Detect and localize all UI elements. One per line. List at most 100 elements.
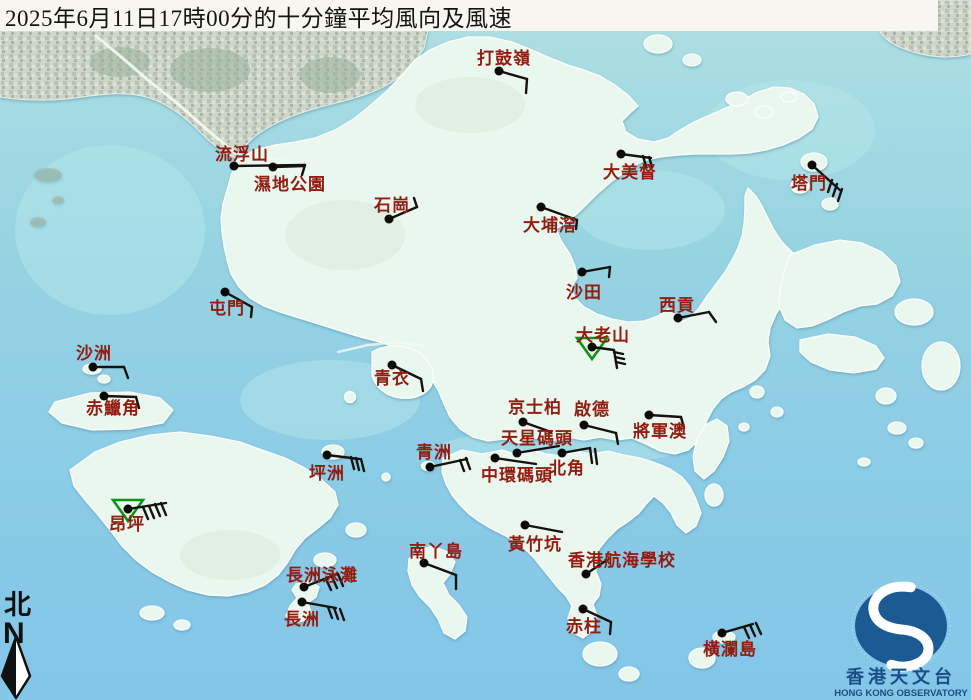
station-label: 長洲 — [284, 610, 320, 629]
station-label: 將軍澳 — [633, 421, 687, 441]
wind-barb-tick — [458, 458, 466, 473]
station-label: 流浮山 — [215, 144, 269, 164]
station-dot — [268, 162, 278, 172]
station-dot — [536, 202, 546, 212]
wind-barb-tick — [147, 504, 156, 520]
station-label: 濕地公園 — [254, 174, 326, 194]
wind-barb-staff — [422, 561, 458, 577]
station-label: 塔門 — [791, 173, 827, 193]
wind-barb-tick — [593, 447, 599, 466]
wind-barb-staff — [102, 394, 138, 399]
station-dot — [512, 448, 522, 458]
station-shek-kong: 石崗 — [373, 196, 419, 224]
station-label: 長洲泳灘 — [286, 565, 358, 585]
wind-barb-tick — [707, 310, 718, 324]
map-title: 2025年6月11日17時00分的十分鐘平均風向及風速 — [5, 5, 513, 31]
wind-barb-tick — [412, 196, 419, 209]
title-bar: 2025年6月11日17時00分的十分鐘平均風向及風速 — [0, 0, 938, 31]
station-dot — [297, 597, 307, 607]
station-label: 赤柱 — [566, 616, 602, 636]
station-dot — [123, 504, 133, 514]
station-label: 青洲 — [416, 442, 452, 462]
wind-barb-tick — [748, 623, 757, 638]
station-tates-cairn: 大老山 — [574, 325, 630, 370]
station-dot — [578, 604, 588, 614]
station-label: 青衣 — [374, 368, 410, 388]
hko-logo: 香港天文台 HONG KONG OBSERVATORY — [834, 581, 968, 699]
station-label: 沙田 — [566, 283, 602, 302]
station-north-point: 北角 — [549, 446, 599, 478]
compass-north-cn: 北 — [4, 590, 31, 620]
station-label: 西貢 — [659, 296, 695, 315]
station-label: 沙洲 — [76, 344, 112, 363]
wind-barb-staff — [271, 164, 306, 169]
station-dot — [518, 417, 528, 427]
station-tai-mei-tuk: 大美督 — [603, 149, 656, 182]
station-lamma-island: 南丫島 — [409, 541, 463, 591]
station-chek-lap-kok: 赤鱲角 — [86, 391, 141, 418]
wind-barb-tick — [754, 621, 763, 636]
station-dot — [220, 287, 230, 297]
station-sai-kung: 西貢 — [659, 296, 718, 324]
station-wong-chuk-hang: 黃竹坑 — [507, 520, 564, 554]
station-dot — [616, 149, 626, 159]
station-sha-tin: 沙田 — [566, 265, 612, 302]
hko-logo-name-en: HONG KONG OBSERVATORY — [834, 688, 968, 699]
station-dot — [717, 628, 727, 638]
wind-barb-staff — [590, 345, 619, 370]
station-label: 南丫島 — [409, 541, 463, 561]
wind-barb-tick — [742, 625, 751, 640]
station-wetland-park: 濕地公園 — [254, 162, 326, 194]
wind-barb-tick — [326, 605, 334, 620]
station-cheung-chau-beach: 長洲泳灘 — [286, 565, 358, 592]
hko-logo-name-cn: 香港天文台 — [845, 666, 956, 687]
station-label: 天星碼頭 — [501, 429, 573, 448]
wind-barb-staff — [647, 413, 683, 419]
wind-barb-tick — [524, 77, 529, 95]
wind-barb-staff — [325, 453, 361, 461]
station-label: 石崗 — [373, 196, 410, 215]
station-waglan-island: 橫瀾島 — [703, 621, 763, 659]
wind-barb-tick — [614, 431, 620, 446]
stations-layer: 打鼓嶺流浮山濕地公園石崗 大美督塔門大埔滘沙田屯門 西貢沙洲赤鱲角 大老山青衣青洲 京士… — [76, 48, 844, 659]
station-label: 屯門 — [209, 298, 245, 318]
station-dot — [807, 160, 817, 170]
wind-barb-staff — [300, 600, 338, 610]
station-tap-mun: 塔門 — [791, 160, 844, 203]
station-tai-po-kau: 大埔滘 — [523, 202, 579, 235]
wind-barb-tick — [249, 305, 254, 319]
station-label: 中環碼頭 — [481, 465, 553, 485]
station-label: 昂坪 — [109, 515, 145, 534]
wind-barb-tick — [153, 502, 162, 518]
wind-barb-tick — [419, 377, 425, 393]
station-label: 大埔滘 — [523, 215, 577, 235]
wind-barb-staff — [523, 523, 564, 534]
station-lau-fau-shan: 流浮山 — [215, 144, 307, 177]
station-cheung-chau: 長洲 — [284, 597, 346, 629]
station-kai-tak: 啟德 — [574, 399, 620, 446]
station-tseung-kwan-o: 將軍澳 — [633, 410, 687, 441]
station-dot — [490, 453, 500, 463]
station-green-island: 青洲 — [416, 442, 472, 473]
station-dot — [644, 410, 654, 420]
station-label: 啟德 — [574, 399, 610, 419]
wind-barb-tick — [122, 365, 130, 380]
station-central-pier: 中環碼頭 — [481, 453, 553, 485]
wind-barb-tick — [338, 607, 346, 622]
station-label: 大老山 — [576, 325, 630, 345]
station-tsing-yi: 青衣 — [374, 360, 425, 393]
wind-barb-tick — [588, 446, 594, 465]
station-label: 赤鱲角 — [86, 398, 140, 418]
station-stanley: 赤柱 — [566, 604, 613, 636]
station-dot — [384, 214, 394, 224]
station-label: 黃竹坑 — [507, 534, 562, 554]
station-dot — [88, 362, 98, 372]
wind-barb-tick — [159, 501, 168, 517]
wind-barb-staff — [619, 152, 653, 160]
station-tuen-mun: 屯門 — [209, 287, 254, 319]
station-sha-chau: 沙洲 — [76, 344, 130, 380]
compass: 北 N — [0, 590, 32, 700]
wind-barb-tick — [332, 606, 340, 621]
station-ta-kwu-ling: 打鼓嶺 — [477, 48, 530, 95]
wind-barb-tick — [359, 457, 366, 473]
